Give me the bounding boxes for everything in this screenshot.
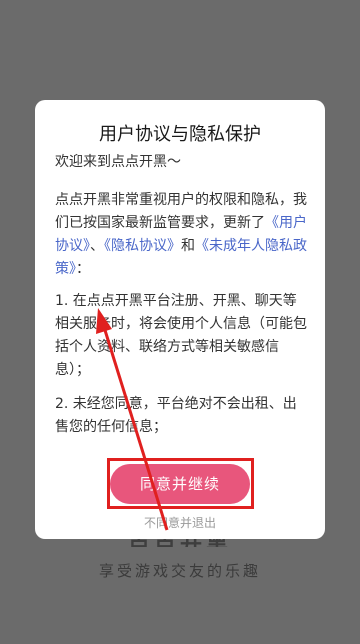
welcome-text: 欢迎来到点点开黑～ — [55, 154, 181, 170]
privacy-dialog: 用户协议与隐私保护 欢迎来到点点开黑～ 点点开黑非常重视用户的权限和隐私，我们已… — [35, 100, 325, 539]
dialog-title: 用户协议与隐私保护 — [99, 124, 261, 145]
policy-item-2: 2. 未经您同意，平台绝对不会出租、出售您的任何信息； — [55, 396, 297, 435]
policy-item-1: 1. 在点点开黑平台注册、开黑、聊天等相关服务时，将会使用个人信息（可能包括个人… — [55, 293, 307, 378]
intro-paragraph: 点点开黑非常重视用户的权限和隐私，我们已按国家最新监管要求，更新了《用户协议》、… — [55, 189, 307, 281]
highlight-box — [107, 458, 254, 509]
intro-suffix: ： — [76, 261, 90, 277]
decline-exit-button[interactable]: 不同意并退出 — [35, 514, 325, 531]
intro-separator: 、 — [90, 238, 104, 254]
intro-conjunction: 和 — [181, 238, 195, 254]
privacy-agreement-link[interactable]: 《隐私协议》 — [104, 238, 181, 254]
app-slogan: 享受游戏交友的乐趣 — [98, 562, 261, 580]
